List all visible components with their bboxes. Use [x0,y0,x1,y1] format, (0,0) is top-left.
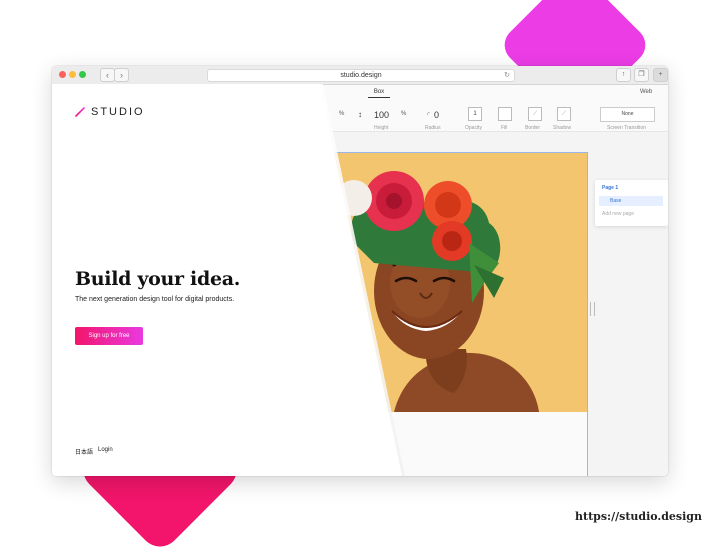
browser-titlebar: ‹ › studio.design ↻ ↑ ❐ + [52,66,668,85]
screen-transition-label: Screen Transition [607,125,646,131]
shadow-label: Shadow [553,125,572,131]
close-window-button[interactable] [59,71,66,78]
login-link[interactable]: Login [98,447,113,453]
forward-icon[interactable]: › [114,68,129,82]
height-value[interactable]: 100 [374,110,389,120]
panel-resize-handle[interactable] [590,302,595,316]
new-tab-icon[interactable]: + [653,68,668,82]
opacity-value[interactable]: 1 [468,107,482,121]
hero-subline: The next generation design tool for digi… [75,296,235,303]
language-link[interactable]: 日本語 [75,447,93,456]
radius-label: Radius [425,125,441,131]
radius-value[interactable]: 0 [434,110,439,120]
fill-label: Fill [501,125,508,131]
page-1-item[interactable]: Page 1 [602,185,618,191]
pages-panel: Page 1 Base Add new page [595,180,668,226]
base-layer-item[interactable]: Base [599,196,663,206]
signup-button[interactable]: Sign up for free [75,327,143,345]
opacity-label: Opacity [465,125,482,131]
height-label: Height [374,125,389,131]
share-icon[interactable]: ↑ [616,68,631,82]
url-text: studio.design [340,72,382,79]
shadow-swatch-icon[interactable]: ⟋ [557,107,571,121]
site-url-caption: https://studio.design [574,510,702,523]
browser-window: ‹ › studio.design ↻ ↑ ❐ + Box Web 0 % ↕ … [52,66,668,476]
width-unit[interactable]: % [339,111,344,117]
add-new-page-button[interactable]: Add new page [602,211,634,217]
radius-icon: ◜ [427,110,431,119]
back-icon[interactable]: ‹ [100,68,115,82]
tab-box[interactable]: Box [368,89,390,98]
studio-logo[interactable]: STUDIO [75,106,145,118]
reload-icon[interactable]: ↻ [504,70,510,81]
hero-headline: Build your idea. [75,268,241,290]
logo-slash-icon [75,107,85,117]
border-label: Border [525,125,541,131]
fill-swatch[interactable] [498,107,512,121]
height-unit[interactable]: % [401,111,406,117]
tabs-icon[interactable]: ❐ [634,68,649,82]
address-bar[interactable]: studio.design ↻ [207,69,515,82]
maximize-window-button[interactable] [79,71,86,78]
minimize-window-button[interactable] [69,71,76,78]
tab-web[interactable]: Web [640,89,652,95]
height-icon: ↕ [358,110,362,119]
border-swatch-icon[interactable]: ⟋ [528,107,542,121]
screen-transition-select[interactable]: None [600,107,655,122]
logo-text: STUDIO [91,106,145,118]
